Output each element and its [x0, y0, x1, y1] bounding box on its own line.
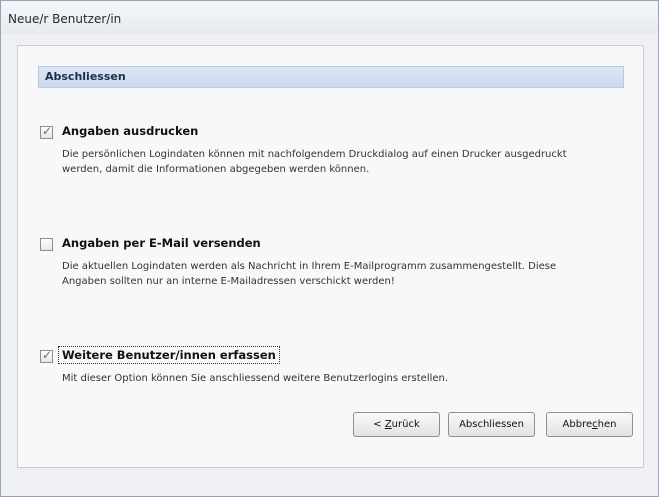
cancel-button-after: hen	[597, 419, 617, 430]
more-users-description: Mit dieser Option können Sie anschliesse…	[62, 371, 632, 386]
section-header: Abschliessen	[38, 66, 624, 88]
back-button-mnemonic: Z	[384, 419, 392, 430]
section-title: Abschliessen	[45, 70, 126, 83]
print-description: Die persönlichen Logindaten können mit n…	[62, 147, 632, 177]
email-label[interactable]: Angaben per E-Mail versenden	[62, 236, 261, 250]
print-description-line1: Die persönlichen Logindaten können mit n…	[62, 149, 567, 160]
email-checkbox[interactable]	[40, 238, 53, 251]
more-users-checkbox[interactable]: ✓	[40, 348, 53, 363]
cancel-button-before: Abbre	[562, 419, 593, 430]
wizard-panel: Abschliessen ✓ Angaben ausdrucken Die pe…	[17, 45, 644, 468]
check-mark-icon: ✓	[42, 124, 53, 138]
check-mark-icon: ✓	[42, 348, 53, 362]
email-description-line2: Angaben sollten nur an interne E-Mailadr…	[62, 276, 395, 287]
print-label[interactable]: Angaben ausdrucken	[62, 124, 198, 138]
back-button[interactable]: < Zurück	[353, 412, 440, 437]
print-checkbox[interactable]: ✓	[40, 124, 53, 139]
finish-button[interactable]: Abschliessen	[448, 412, 535, 437]
new-user-dialog: Neue/r Benutzer/in Abschliessen ✓ Angabe…	[0, 0, 659, 497]
email-description-line1: Die aktuellen Logindaten werden als Nach…	[62, 261, 557, 272]
more-users-label[interactable]: Weitere Benutzer/innen erfassen	[58, 346, 280, 364]
email-description: Die aktuellen Logindaten werden als Nach…	[62, 259, 632, 289]
title-bar: Neue/r Benutzer/in	[2, 2, 657, 34]
window-title: Neue/r Benutzer/in	[8, 12, 122, 26]
more-users-description-line1: Mit dieser Option können Sie anschliesse…	[62, 373, 449, 384]
print-description-line2: werden, damit die Informationen abgegebe…	[62, 164, 370, 175]
cancel-button[interactable]: Abbrechen	[546, 412, 633, 437]
back-button-rest: urück	[391, 419, 420, 430]
back-button-prefix: <	[373, 419, 385, 430]
